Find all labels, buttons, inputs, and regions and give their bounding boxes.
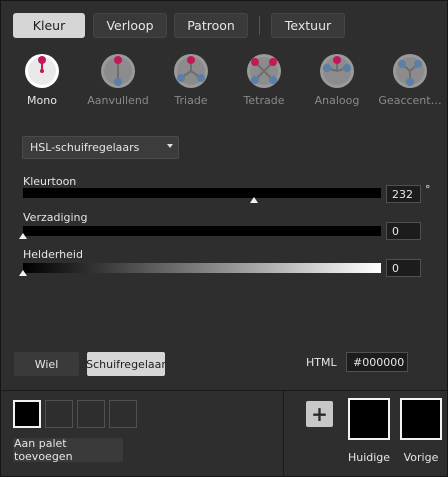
dropdown-value: HSL-schuifregelaars (30, 141, 140, 154)
wheel-button[interactable]: Wiel (14, 352, 79, 376)
mode-aanvullend[interactable]: Aanvullend (87, 53, 149, 113)
color-panel: Kleur Verloop Patroon Textuur Mono Aanvu… (0, 0, 448, 477)
brightness-value-field[interactable]: 0 (386, 259, 421, 277)
mode-label: Tetrade (243, 94, 285, 107)
mode-geaccentueerd[interactable]: Geaccent… (378, 53, 442, 113)
current-color-label: Huidige (347, 451, 391, 464)
plus-icon[interactable]: + (306, 401, 333, 427)
tab-textuur[interactable]: Textuur (271, 13, 345, 38)
analogous-harmony-icon (320, 54, 354, 88)
accented-harmony-icon (393, 54, 427, 88)
tab-patroon[interactable]: Patroon (174, 13, 248, 38)
current-color-swatch (348, 398, 390, 440)
hex-input[interactable]: #000000 (346, 352, 408, 372)
tab-verloop[interactable]: Verloop (93, 13, 167, 38)
saturation-value-field[interactable]: 0 (386, 222, 421, 240)
mode-label: Geaccent… (378, 94, 442, 107)
hue-value-field[interactable]: 232 (386, 185, 421, 203)
slider-mode-dropdown[interactable]: HSL-schuifregelaars (22, 136, 179, 159)
mono-harmony-icon (25, 54, 59, 88)
mode-label: Mono (27, 94, 57, 107)
mode-analoog[interactable]: Analoog (306, 53, 368, 113)
hue-slider-thumb[interactable] (249, 197, 258, 203)
palette-swatch[interactable] (109, 400, 137, 428)
saturation-slider-thumb[interactable] (19, 233, 27, 239)
hue-slider-track[interactable] (23, 188, 381, 198)
mode-tetrade[interactable]: Tetrade (233, 53, 295, 113)
add-to-palette-button[interactable]: Aan palet toevoegen (13, 437, 123, 463)
complementary-harmony-icon (101, 54, 135, 88)
previous-color-label: Vorige (403, 451, 439, 464)
sliders-button[interactable]: Schuifregelaar (86, 352, 166, 376)
saturation-slider-track[interactable] (23, 226, 381, 236)
hue-label: Kleurtoon (23, 175, 77, 188)
brightness-slider-track[interactable] (23, 263, 381, 273)
palette-swatch[interactable] (77, 400, 105, 428)
divider (283, 391, 284, 477)
tetrad-harmony-icon (247, 54, 281, 88)
mode-mono[interactable]: Mono (11, 53, 73, 113)
brightness-label: Helderheid (23, 248, 83, 261)
previous-color-swatch[interactable] (400, 398, 442, 440)
palette-swatch[interactable] (45, 400, 73, 428)
tab-kleur[interactable]: Kleur (13, 13, 85, 38)
mode-label: Aanvullend (87, 94, 149, 107)
mode-triade[interactable]: Triade (160, 53, 222, 113)
brightness-slider-thumb[interactable] (19, 270, 27, 276)
mode-label: Triade (174, 94, 208, 107)
mode-label: Analoog (314, 94, 360, 107)
chevron-down-icon (167, 144, 173, 148)
html-label: HTML (306, 356, 337, 369)
degree-unit: ° (425, 183, 431, 196)
palette-swatch[interactable] (13, 400, 41, 428)
divider (2, 390, 448, 391)
triad-harmony-icon (174, 54, 208, 88)
saturation-label: Verzadiging (23, 211, 88, 224)
tab-divider (259, 16, 260, 35)
